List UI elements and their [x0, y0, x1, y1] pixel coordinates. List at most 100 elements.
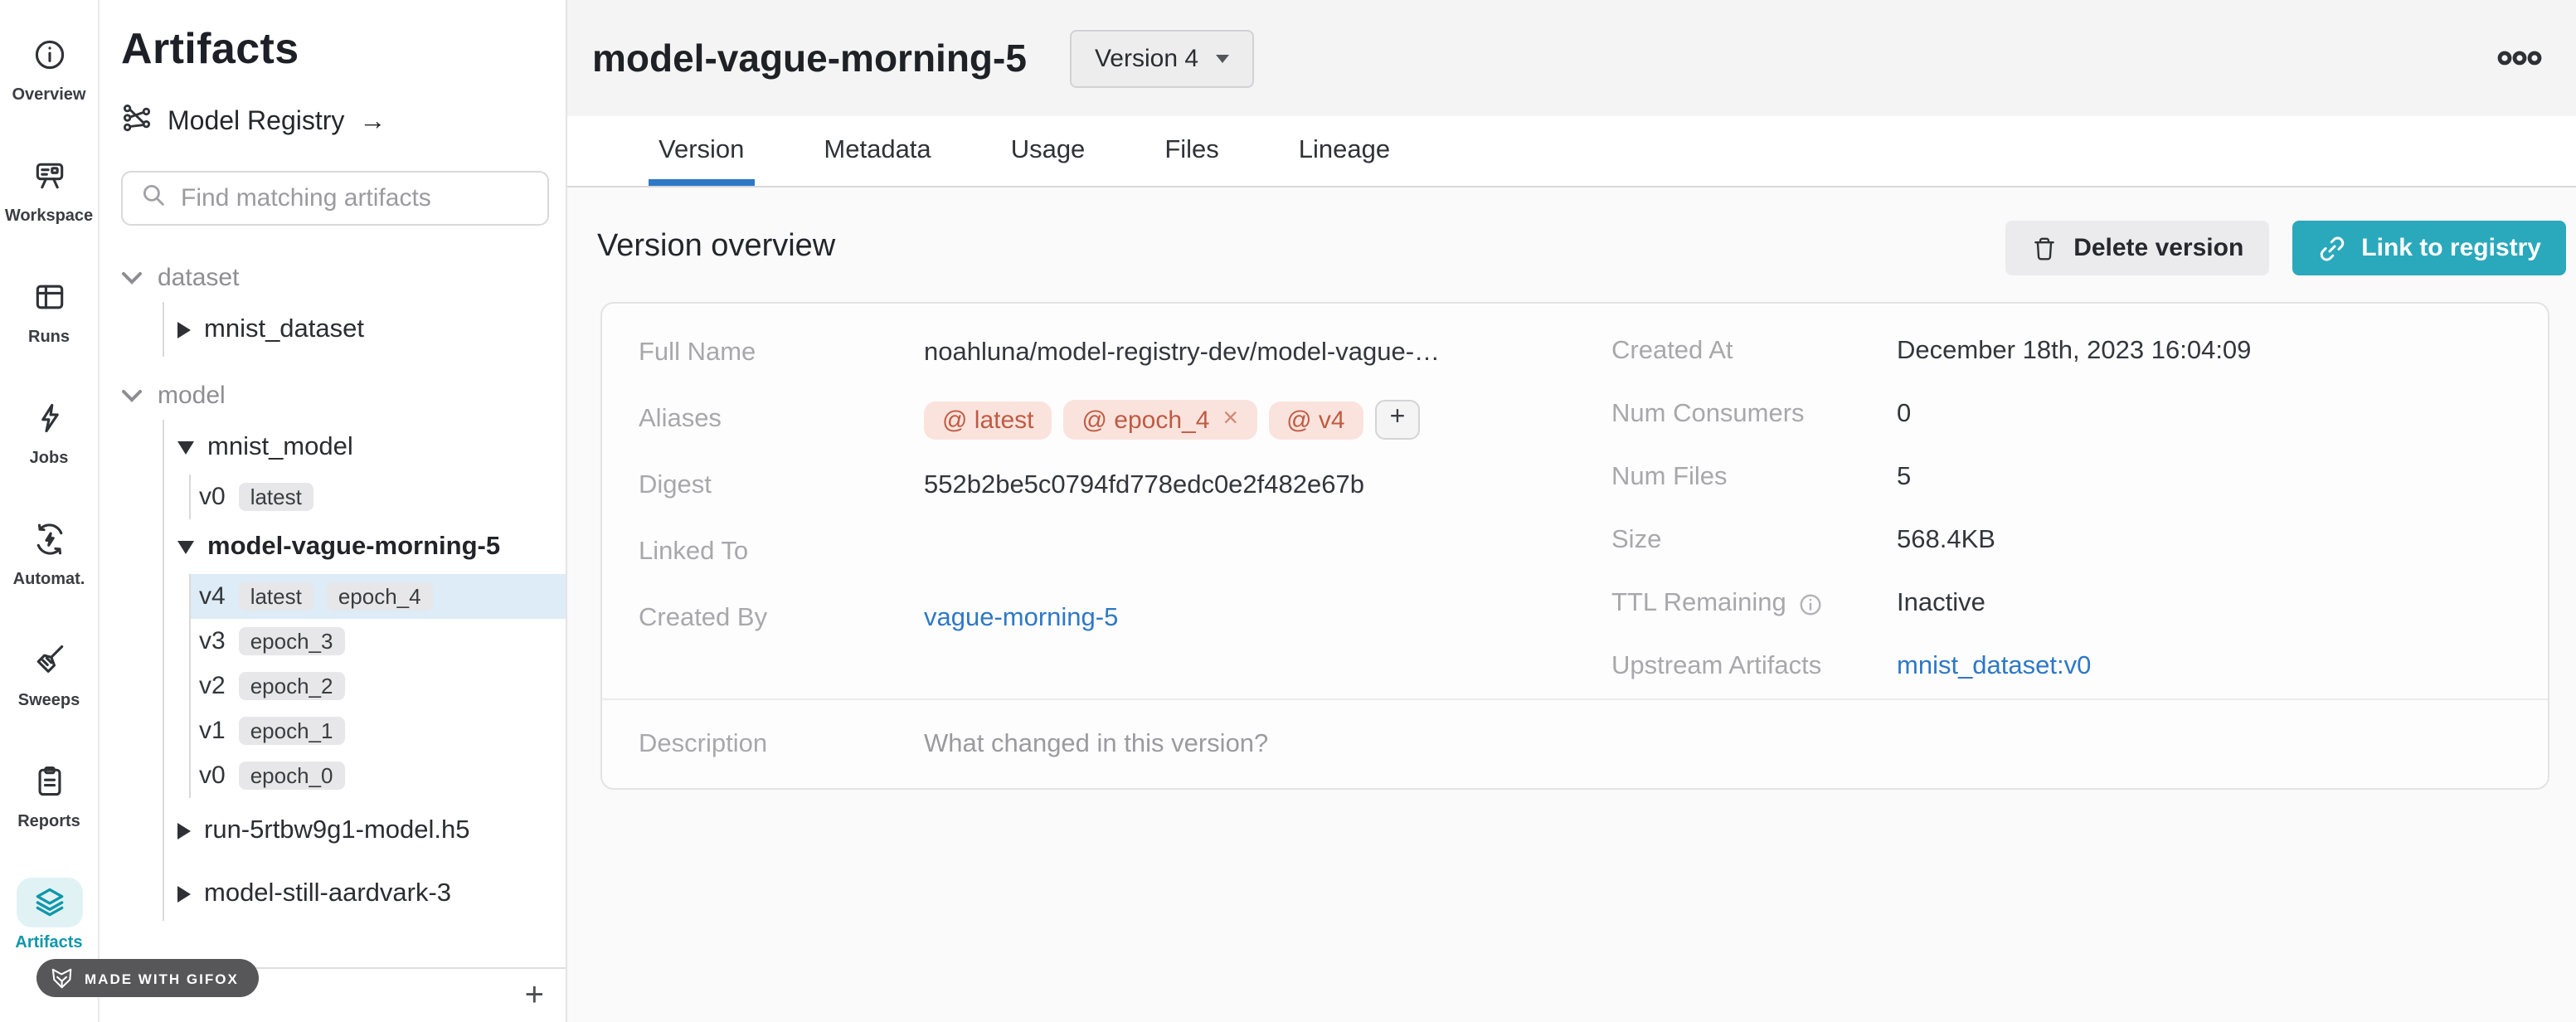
- sidebar-item-overview[interactable]: Overview: [2, 17, 95, 138]
- version-name: v0: [199, 483, 226, 511]
- info-icon[interactable]: [1798, 591, 1823, 616]
- main-area: model-vague-morning-5 Version 4 Version …: [567, 0, 2576, 1022]
- tree-version-row[interactable]: v1 epoch_1: [191, 708, 566, 753]
- version-name: v1: [199, 717, 226, 745]
- alias-pill-v4[interactable]: @ v4: [1268, 401, 1363, 439]
- layers-icon: [16, 878, 82, 927]
- artifact-tabs: Version Metadata Usage Files Lineage: [567, 116, 2576, 187]
- field-label: TTL Remaining: [1611, 589, 1786, 619]
- tree-artifact-model-still-aardvark-3[interactable]: model-still-aardvark-3: [164, 866, 566, 921]
- sidebar-item-label: Jobs: [30, 450, 69, 468]
- link-icon: [2316, 233, 2346, 263]
- sidebar-item-label: Automat.: [13, 571, 85, 589]
- tree-version-row[interactable]: v2 epoch_2: [191, 664, 566, 708]
- model-registry-link[interactable]: Model Registry →: [121, 103, 566, 143]
- sidebar-item-workspace[interactable]: Workspace: [2, 138, 95, 259]
- tree-version-row-selected[interactable]: v4 latest epoch_4: [191, 574, 566, 619]
- sidebar-item-runs[interactable]: Runs: [2, 259, 95, 380]
- search-icon: [139, 180, 168, 217]
- artifacts-panel: Artifacts Model Registry → dataset mnis: [100, 0, 567, 1022]
- add-artifact-button[interactable]: +: [525, 981, 544, 1010]
- link-to-registry-label: Link to registry: [2361, 234, 2541, 262]
- tree-version-row[interactable]: v0 epoch_0: [191, 753, 566, 798]
- sidebar-item-automations[interactable]: Automat.: [2, 501, 95, 622]
- field-description: Description What changed in this version…: [602, 698, 2548, 788]
- field-label: Full Name: [639, 338, 924, 368]
- field-value: 552b2be5c0794fd778edc0e2f482e67b: [924, 471, 1364, 501]
- tree-artifact-run-model-h5[interactable]: run-5rtbw9g1-model.h5: [164, 803, 566, 858]
- search-input[interactable]: [181, 184, 531, 212]
- tree-section-model[interactable]: model: [121, 370, 566, 420]
- left-nav-rail: Overview Workspace Runs Jobs Automat.: [0, 0, 100, 1022]
- tree-artifact-label: model-vague-morning-5: [207, 532, 500, 562]
- description-input[interactable]: What changed in this version?: [924, 729, 1268, 759]
- version-tag: epoch_0: [239, 762, 345, 790]
- add-alias-button[interactable]: +: [1375, 400, 1421, 440]
- alias-pill-latest[interactable]: @ latest: [924, 401, 1052, 439]
- overflow-menu-button[interactable]: [2496, 50, 2543, 66]
- tab-files[interactable]: Files: [1164, 116, 1218, 186]
- tab-lineage[interactable]: Lineage: [1299, 116, 1390, 186]
- sidebar-item-sweeps[interactable]: Sweeps: [2, 622, 95, 743]
- tree-artifact-mnist-dataset[interactable]: mnist_dataset: [164, 302, 566, 357]
- remove-alias-icon[interactable]: ×: [1222, 405, 1238, 435]
- tab-usage[interactable]: Usage: [1011, 116, 1086, 186]
- field-ttl-remaining: TTL Remaining Inactive: [1575, 572, 2548, 635]
- triangle-down-icon: [177, 540, 194, 553]
- field-value: 0: [1897, 400, 1911, 430]
- triangle-right-icon: [177, 885, 191, 902]
- panel-title: Artifacts: [121, 23, 566, 75]
- field-num-files: Num Files 5: [1575, 446, 2548, 509]
- tree-artifact-model-vague-morning-5[interactable]: model-vague-morning-5: [164, 519, 566, 574]
- fox-icon: [50, 966, 75, 990]
- sidebar-item-label: Runs: [28, 328, 70, 347]
- version-tab-content: Version overview Delete version Link to …: [567, 187, 2576, 790]
- tab-version[interactable]: Version: [659, 116, 744, 186]
- upstream-artifact-link[interactable]: mnist_dataset:v0: [1897, 652, 2091, 682]
- tree-version-row[interactable]: v0 latest: [191, 474, 566, 519]
- tree-artifact-label: model-still-aardvark-3: [204, 878, 451, 908]
- version-overview-card: Full Name noahluna/model-registry-dev/mo…: [600, 302, 2549, 790]
- version-name: v0: [199, 762, 226, 790]
- version-tag: epoch_3: [239, 627, 345, 655]
- sidebar-item-reports[interactable]: Reports: [2, 743, 95, 864]
- triangle-right-icon: [177, 321, 191, 338]
- field-aliases: Aliases @ latest @ epoch_4× @ v4 +: [602, 387, 1575, 453]
- field-label: Num Files: [1611, 463, 1897, 493]
- field-value: Inactive: [1897, 589, 1985, 619]
- clipboard-icon: [16, 757, 82, 806]
- field-created-by: Created By vague-morning-5: [602, 586, 1575, 652]
- artifact-search[interactable]: [121, 171, 549, 226]
- version-tag: epoch_2: [239, 672, 345, 700]
- link-to-registry-button[interactable]: Link to registry: [2292, 221, 2566, 275]
- field-value: December 18th, 2023 16:04:09: [1897, 337, 2251, 367]
- version-tag: epoch_4: [327, 582, 433, 611]
- version-overview-heading: Version overview: [597, 229, 835, 265]
- field-label: Created By: [639, 604, 924, 634]
- tree-version-row[interactable]: v3 epoch_3: [191, 619, 566, 664]
- page-title: model-vague-morning-5: [592, 36, 1027, 80]
- created-by-link[interactable]: vague-morning-5: [924, 604, 1118, 634]
- version-selector-label: Version 4: [1095, 44, 1198, 72]
- version-selector-button[interactable]: Version 4: [1070, 29, 1253, 87]
- gifox-watermark-badge: MADE WITH GIFOX: [36, 959, 259, 997]
- tab-metadata[interactable]: Metadata: [824, 116, 931, 186]
- tree-artifact-mnist-model[interactable]: mnist_model: [164, 420, 566, 474]
- delete-version-button[interactable]: Delete version: [2005, 221, 2268, 275]
- version-tag: latest: [239, 582, 313, 611]
- lightning-icon: [16, 393, 82, 443]
- info-icon: [16, 30, 82, 80]
- chevron-down-icon: [1215, 54, 1228, 62]
- field-upstream-artifacts: Upstream Artifacts mnist_dataset:v0: [1575, 635, 2548, 698]
- field-label: Created At: [1611, 337, 1897, 367]
- tree-artifact-label: mnist_dataset: [204, 314, 364, 344]
- workspace-icon: [16, 151, 82, 201]
- sidebar-item-jobs[interactable]: Jobs: [2, 380, 95, 501]
- tree-section-label: dataset: [158, 263, 239, 291]
- version-tag: epoch_1: [239, 717, 345, 745]
- delete-version-label: Delete version: [2073, 234, 2243, 262]
- alias-pill-epoch-4[interactable]: @ epoch_4×: [1064, 400, 1257, 440]
- gifox-badge-text: MADE WITH GIFOX: [85, 970, 239, 986]
- tree-section-dataset[interactable]: dataset: [121, 252, 566, 302]
- field-linked-to: Linked To: [602, 519, 1575, 586]
